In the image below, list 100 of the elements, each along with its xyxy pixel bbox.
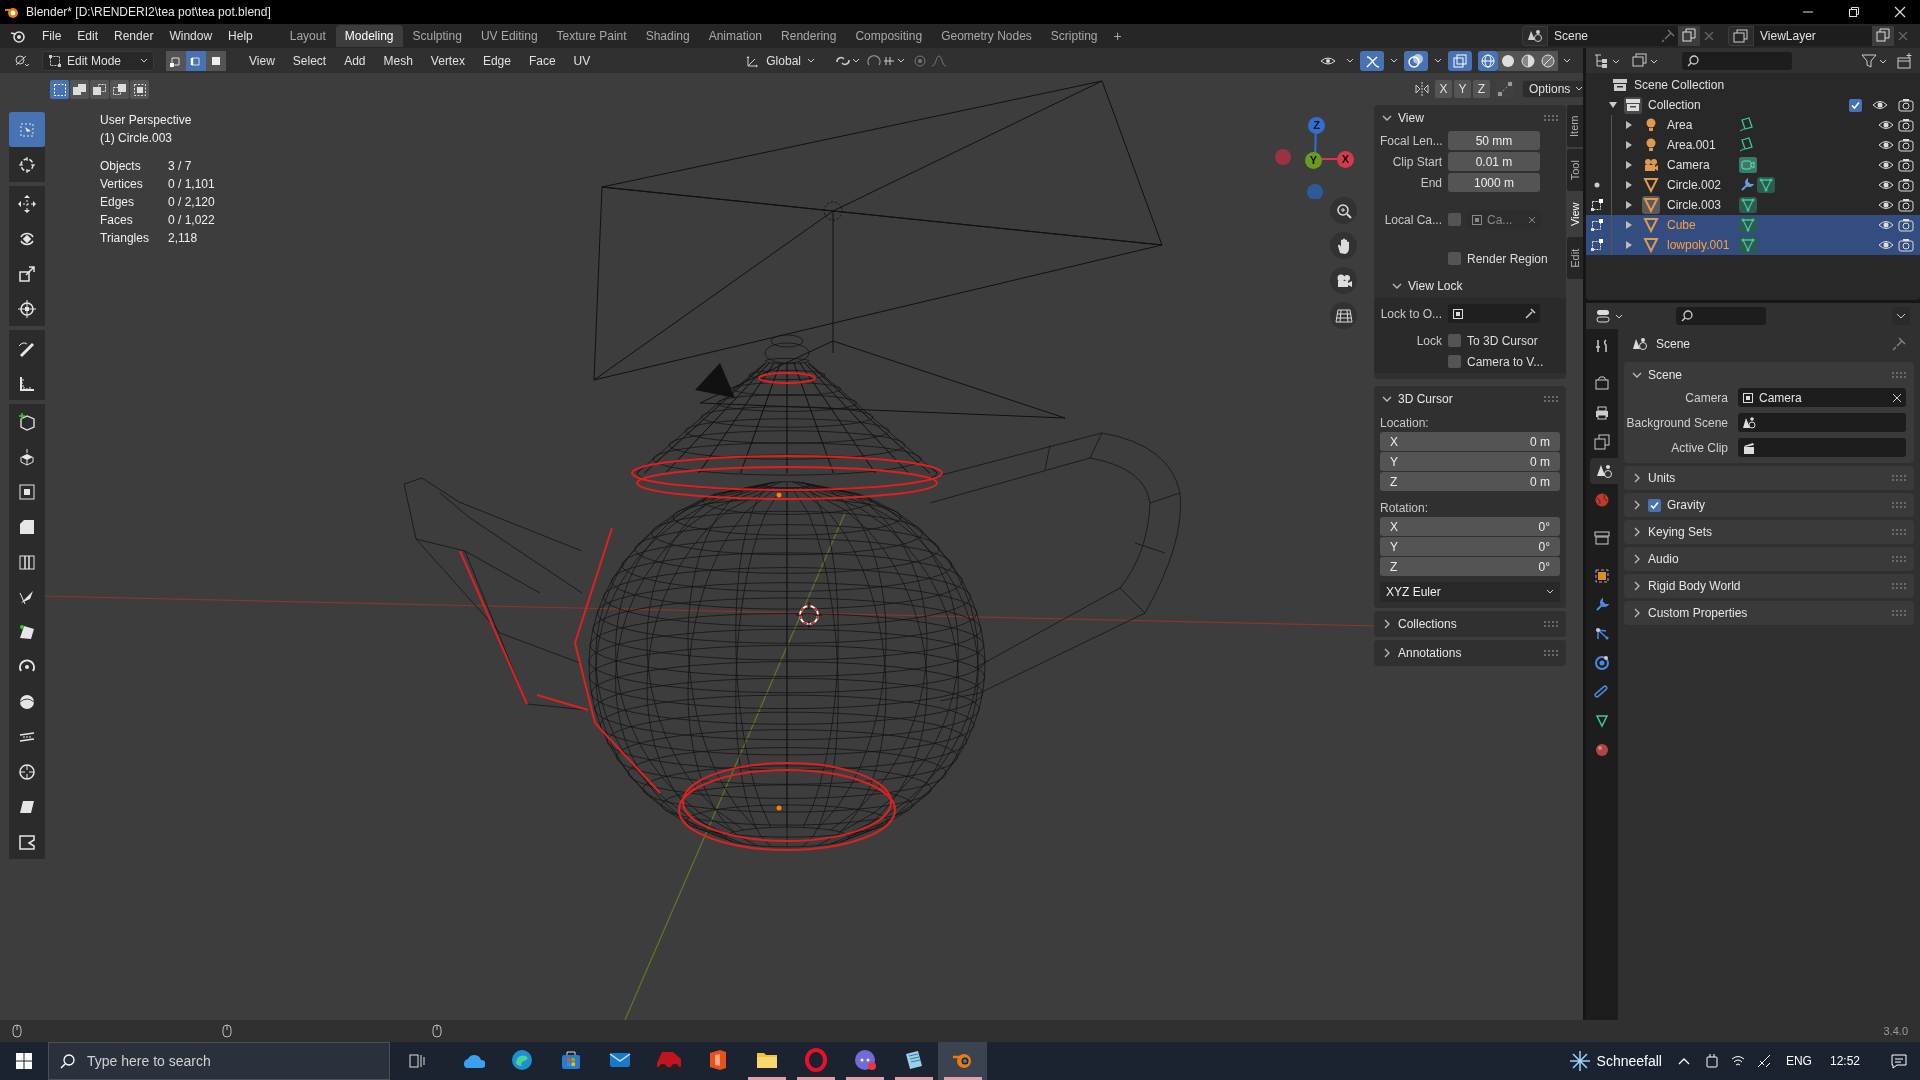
workspace-tab[interactable]: Rendering [772, 25, 846, 47]
number-field[interactable]: Z 0° [1380, 557, 1560, 576]
number-field[interactable]: 0.01 m [1448, 152, 1540, 171]
number-field[interactable]: 1000 m [1448, 173, 1540, 192]
object-field[interactable]: Ca... [1467, 210, 1541, 229]
collapsed-panel[interactable]: Custom Properties [1624, 601, 1914, 625]
stat-value: 0 / 1,101 [168, 176, 215, 193]
workspace-tab[interactable]: UV Editing [471, 25, 547, 47]
field-label: Clip Start [1391, 153, 1442, 171]
gizmo-axis-handle[interactable]: X [1337, 151, 1354, 168]
menu-item[interactable]: UV [564, 51, 600, 70]
checkbox-label: To 3D Cursor [1467, 332, 1538, 350]
field-label: Lock [1415, 332, 1442, 350]
options-dropdown[interactable]: Options [1522, 80, 1583, 98]
mirror-axis-toggle[interactable]: Z [1473, 80, 1490, 98]
field-label: Local Ca... [1383, 211, 1442, 229]
collapsed-panel[interactable]: Annotations [1374, 640, 1566, 666]
outliner-item[interactable]: Collection [1648, 96, 1843, 114]
collapsed-panel[interactable]: Rigid Body World [1624, 574, 1914, 598]
workspace-tab[interactable]: Modeling [335, 25, 403, 47]
menu-item[interactable]: Mesh [374, 51, 422, 70]
menu-item[interactable]: Edit [69, 25, 107, 47]
workspace-tab[interactable]: Scripting [1041, 25, 1107, 47]
field-label: Active Clip [1670, 439, 1728, 457]
panel-title: Rigid Body World [1648, 578, 1742, 595]
axis-label: Y [1390, 538, 1398, 556]
orientation-dropdown[interactable]: Global [741, 50, 820, 71]
camera-field[interactable]: Camera [1738, 388, 1906, 407]
number-field[interactable]: Y 0° [1380, 537, 1560, 556]
view-name-label: User Perspective [100, 112, 193, 129]
options-label: Options [1529, 81, 1571, 98]
menu-item[interactable]: Help [220, 25, 261, 47]
field-value: 0° [1538, 558, 1550, 576]
collapsed-panel[interactable]: Audio [1624, 547, 1914, 571]
field-value: Ca... [1487, 211, 1514, 229]
menu-item[interactable]: Render [106, 25, 162, 47]
panel-title: Audio [1648, 551, 1680, 568]
clock-label[interactable]: 12:52 [1829, 1052, 1860, 1070]
collapsed-panel[interactable]: Gravity [1624, 493, 1914, 517]
workspace-tab[interactable]: Animation [699, 25, 772, 47]
outliner-row[interactable]: Area.001 [1586, 135, 1920, 155]
axis-label: X [1390, 433, 1398, 451]
number-field[interactable]: X 0 m [1380, 432, 1560, 451]
workspace-tab[interactable]: Geometry Nodes [932, 25, 1041, 47]
stat-value: 0 / 1,022 [168, 212, 215, 229]
collapsed-panel[interactable]: Units [1624, 466, 1914, 490]
mode-label: Edit Mode [67, 52, 123, 70]
workspace-tab[interactable]: Layout [280, 25, 335, 47]
menu-item[interactable]: View [240, 51, 284, 70]
menu-item[interactable]: File [34, 25, 70, 47]
workspace-tab[interactable]: Compositing [846, 25, 932, 47]
menu-item[interactable]: Face [519, 51, 565, 70]
rotation-mode-dropdown[interactable]: XYZ Euler [1380, 582, 1560, 602]
menu-item[interactable]: Add [335, 51, 375, 70]
number-field[interactable]: Y 0 m [1380, 452, 1560, 471]
number-field[interactable]: 50 mm [1448, 131, 1540, 150]
workspace-tab[interactable]: Sculpting [403, 25, 471, 47]
menu-item[interactable]: Select [283, 51, 336, 70]
outliner-row[interactable]: Circle.002 [1586, 175, 1920, 195]
gizmo-axis-handle[interactable]: Z [1308, 117, 1325, 134]
mirror-axis-toggle[interactable]: Y [1454, 80, 1471, 98]
outliner-row[interactable]: Cube [1586, 215, 1920, 235]
field-value: 0 m [1530, 453, 1550, 471]
add-workspace-button[interactable]: + [1107, 25, 1128, 47]
collapsed-panel[interactable]: Keying Sets [1624, 520, 1914, 544]
menu-item[interactable]: Vertex [421, 51, 474, 70]
view-layer-field[interactable]: ViewLayer [1754, 26, 1872, 46]
sidebar-tab[interactable]: Tool [1567, 149, 1583, 191]
search-field[interactable]: Type here to search [48, 1042, 390, 1080]
menu-item[interactable]: Window [161, 25, 221, 47]
field-label: Background Scene [1625, 414, 1728, 432]
gizmo-axis-handle[interactable]: Y [1305, 152, 1322, 169]
outliner-row[interactable]: Circle.003 [1586, 195, 1920, 215]
field-label: End [1419, 174, 1442, 192]
sidebar-tab[interactable]: Item [1567, 105, 1583, 147]
menu-item[interactable]: Edge [473, 51, 520, 70]
stat-label: Edges [100, 194, 136, 211]
outliner-row[interactable]: Camera [1586, 155, 1920, 175]
object-name: Camera [1667, 157, 1711, 174]
orientation-label: Global [766, 52, 801, 70]
scene-field[interactable]: Scene [1548, 26, 1658, 46]
outliner-item[interactable]: Scene Collection [1634, 76, 1725, 94]
outliner-row[interactable]: lowpoly.001 [1586, 235, 1920, 255]
number-field[interactable]: X 0° [1380, 517, 1560, 536]
workspace-tab[interactable]: Texture Paint [547, 25, 636, 47]
workspace-tab[interactable]: Shading [636, 25, 699, 47]
object-name: Circle.003 [1667, 197, 1723, 214]
weather-label: Schneefall [1596, 1051, 1662, 1071]
outliner-row[interactable]: Area [1586, 115, 1920, 135]
field-value: 0 m [1530, 433, 1550, 451]
checkbox-label: Camera to V... [1467, 353, 1544, 371]
collapsed-panel[interactable]: Collections [1374, 611, 1566, 637]
sidebar-tab[interactable]: Edit [1567, 237, 1583, 279]
mirror-axis-toggle[interactable]: X [1435, 80, 1452, 98]
object-name: Area [1667, 117, 1694, 134]
language-indicator[interactable]: ENG [1785, 1052, 1812, 1070]
mode-dropdown[interactable]: Edit Mode [42, 50, 154, 71]
object-name-label: (1) Circle.003 [100, 130, 174, 147]
object-name: lowpoly.001 [1667, 237, 1731, 254]
number-field[interactable]: Z 0 m [1380, 472, 1560, 491]
